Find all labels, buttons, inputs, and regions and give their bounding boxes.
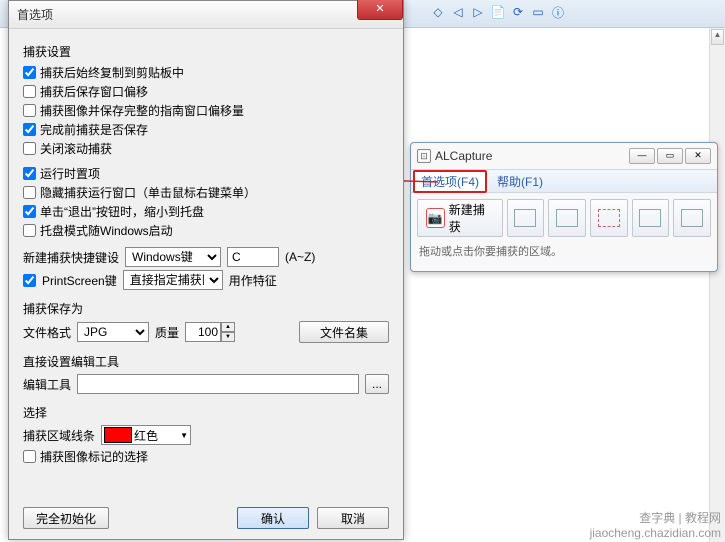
capture-hint: 拖动或点击你要捕获的区域。 (411, 243, 717, 265)
new-capture-button[interactable]: 📷 新建捕获 (417, 199, 503, 237)
chk-mark-selection[interactable] (23, 450, 36, 463)
hotkey-modifier-select[interactable]: Windows键 (125, 247, 221, 267)
chk-hide-window[interactable] (23, 186, 36, 199)
appwin-close-button[interactable]: ✕ (685, 148, 711, 164)
chk-label: 关闭滚动捕获 (40, 140, 112, 157)
tab-preferences[interactable]: 首选项(F4) (413, 170, 487, 193)
format-label: 文件格式 (23, 324, 71, 341)
chk-label: 捕获图像标记的选择 (40, 448, 148, 465)
chk-label: 捕获后始终复制到剪贴板中 (40, 64, 184, 81)
printscreen-mode-select[interactable]: 直接指定捕获区 (123, 270, 223, 290)
preferences-dialog: 首选项 ✕ 捕获设置 捕获后始终复制到剪贴板中 捕获后保存窗口偏移 捕获图像并保… (8, 0, 404, 540)
chk-runtime-heading[interactable] (23, 167, 36, 180)
capture-mode-1[interactable] (507, 199, 545, 237)
section-runtime: 运行时置项 (40, 165, 100, 182)
browse-button[interactable]: ... (365, 374, 389, 394)
watermark: 查字典 | 教程网 jiaocheng.chazidian.com (590, 509, 721, 540)
ok-button[interactable]: 确认 (237, 507, 309, 529)
chk-minimize-tray[interactable] (23, 205, 36, 218)
nav-diamond-icon[interactable]: ◇ (430, 4, 446, 20)
reset-button[interactable]: 完全初始化 (23, 507, 109, 529)
rect-icon (639, 209, 661, 227)
chk-save-guide-offset[interactable] (23, 104, 36, 117)
alcapture-title: ALCapture (435, 149, 627, 163)
section-editor: 直接设置编辑工具 (23, 353, 389, 370)
capture-mode-5[interactable] (673, 199, 711, 237)
quality-label: 质量 (155, 324, 179, 341)
chk-autostart[interactable] (23, 224, 36, 237)
nav-info-icon[interactable]: ⓘ (550, 4, 566, 20)
section-selection: 选择 (23, 404, 389, 421)
chk-label: 捕获图像并保存完整的指南窗口偏移量 (40, 102, 244, 119)
chk-confirm-save[interactable] (23, 123, 36, 136)
nav-back-icon[interactable]: ◁ (450, 4, 466, 20)
chk-save-offset[interactable] (23, 85, 36, 98)
printscreen-label: PrintScreen键 (42, 272, 117, 289)
quality-input[interactable] (185, 322, 221, 342)
section-capture-settings: 捕获设置 (23, 43, 389, 60)
filename-set-button[interactable]: 文件名集 (299, 321, 389, 343)
rect-icon (681, 209, 703, 227)
section-save-as: 捕获保存为 (23, 300, 389, 317)
cancel-button[interactable]: 取消 (317, 507, 389, 529)
watermark-line1: 查字典 | 教程网 (590, 509, 721, 526)
format-select[interactable]: JPG (77, 322, 149, 342)
background-scrollbar[interactable]: ▲ (709, 28, 725, 542)
printscreen-suffix: 用作特征 (229, 272, 277, 289)
color-picker[interactable]: 红色 ▼ (101, 425, 191, 445)
selection-line-label: 捕获区域线条 (23, 427, 95, 444)
chk-label: 托盘模式随Windows启动 (40, 222, 173, 239)
quality-down[interactable]: ▼ (221, 332, 235, 342)
chk-printscreen[interactable] (23, 274, 36, 287)
tab-help[interactable]: 帮助(F1) (489, 170, 551, 193)
chk-label: 单击“退出”按钮时，缩小到托盘 (40, 203, 204, 220)
watermark-line2: jiaocheng.chazidian.com (590, 526, 721, 540)
hotkey-range: (A~Z) (285, 250, 315, 264)
nav-doc-icon[interactable]: 📄 (490, 4, 506, 20)
rect-icon (514, 209, 536, 227)
color-name: 红色 (134, 427, 158, 444)
maximize-button[interactable]: ▭ (657, 148, 683, 164)
alcapture-window: ⊡ ALCapture — ▭ ✕ 首选项(F4) 帮助(F1) 📷 新建捕获 … (410, 142, 718, 272)
nav-fwd-icon[interactable]: ▷ (470, 4, 486, 20)
nav-window-icon[interactable]: ▭ (530, 4, 546, 20)
hotkey-label: 新建捕获快捷键设 (23, 249, 119, 266)
rect-icon (556, 209, 578, 227)
chk-disable-scroll[interactable] (23, 142, 36, 155)
capture-mode-3[interactable] (590, 199, 628, 237)
rect-dashed-icon (598, 209, 620, 227)
quality-up[interactable]: ▲ (221, 322, 235, 332)
capture-mode-4[interactable] (632, 199, 670, 237)
chk-label: 完成前捕获是否保存 (40, 121, 148, 138)
dialog-title: 首选项 (17, 6, 53, 23)
nav-refresh-icon[interactable]: ⟳ (510, 4, 526, 20)
new-capture-label: 新建捕获 (449, 201, 494, 235)
editor-path-input[interactable] (77, 374, 359, 394)
camera-icon: 📷 (426, 208, 445, 228)
close-button[interactable]: ✕ (357, 0, 403, 20)
chk-label: 捕获后保存窗口偏移 (40, 83, 148, 100)
scroll-up-icon[interactable]: ▲ (711, 29, 724, 45)
editor-row-label: 编辑工具 (23, 376, 71, 393)
capture-mode-2[interactable] (548, 199, 586, 237)
alcapture-tabbar: 首选项(F4) 帮助(F1) (411, 169, 717, 193)
hotkey-char-input[interactable] (227, 247, 279, 267)
dialog-titlebar[interactable]: 首选项 ✕ (9, 1, 403, 29)
chk-label: 隐藏捕获运行窗口（单击鼠标右键菜单） (40, 184, 256, 201)
app-icon: ⊡ (417, 149, 431, 163)
minimize-button[interactable]: — (629, 148, 655, 164)
color-swatch-icon (104, 427, 132, 443)
chk-copy-clipboard[interactable] (23, 66, 36, 79)
chevron-down-icon: ▼ (180, 431, 188, 440)
alcapture-titlebar[interactable]: ⊡ ALCapture — ▭ ✕ (411, 143, 717, 169)
